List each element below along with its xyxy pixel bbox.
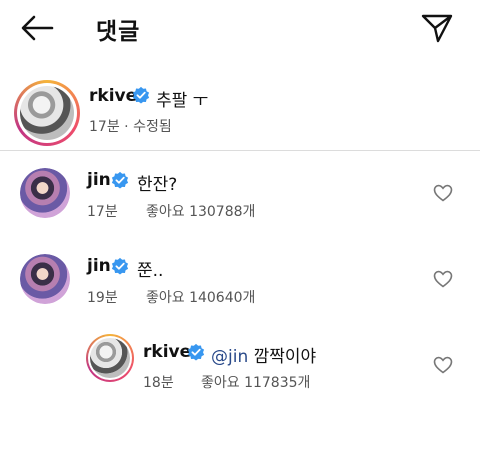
caption-edited-label: 수정됨: [133, 119, 172, 135]
heart-icon[interactable]: [433, 356, 453, 374]
comment-time: 17분: [87, 204, 118, 220]
caption-avatar[interactable]: [14, 80, 80, 146]
comment-avatar[interactable]: [20, 168, 70, 218]
heart-icon[interactable]: [433, 184, 453, 202]
caption-meta: 17분 · 수정됨: [89, 116, 172, 136]
caption-text: 추팔 ㅜ: [156, 91, 209, 111]
reply-text: 깜짝이야: [253, 347, 317, 367]
verified-badge-icon: [132, 86, 150, 104]
comment-text: 한잔?: [137, 175, 178, 195]
comment-time: 19분: [87, 290, 118, 306]
reply-likes[interactable]: 좋아요 117835개: [201, 372, 310, 392]
comment-text: 쭌..: [137, 261, 164, 281]
divider: [0, 150, 480, 151]
comment-avatar[interactable]: [20, 254, 70, 304]
page-title: 댓글: [96, 19, 141, 45]
comment-likes[interactable]: 좋아요 140640개: [146, 287, 255, 307]
paper-plane-icon[interactable]: [420, 12, 454, 44]
heart-icon[interactable]: [433, 270, 453, 288]
comment-username[interactable]: jin: [87, 256, 111, 276]
caption-separator: ·: [124, 119, 129, 135]
comment-username[interactable]: jin: [87, 170, 111, 190]
top-bar: 댓글: [0, 0, 480, 56]
caption-time: 17분: [89, 119, 120, 135]
comment-likes[interactable]: 좋아요 130788개: [146, 201, 255, 221]
verified-badge-icon: [111, 171, 129, 189]
reply-time: 18분: [143, 375, 174, 391]
reply-mention[interactable]: @jin: [211, 347, 248, 367]
arrow-left-icon[interactable]: [20, 14, 54, 42]
reply-text-line: @jin 깜짝이야: [211, 342, 316, 367]
reply-username[interactable]: rkive: [143, 342, 191, 362]
verified-badge-icon: [111, 257, 129, 275]
verified-badge-icon: [187, 343, 205, 361]
caption-username[interactable]: rkive: [89, 86, 137, 106]
reply-avatar[interactable]: [86, 334, 134, 382]
